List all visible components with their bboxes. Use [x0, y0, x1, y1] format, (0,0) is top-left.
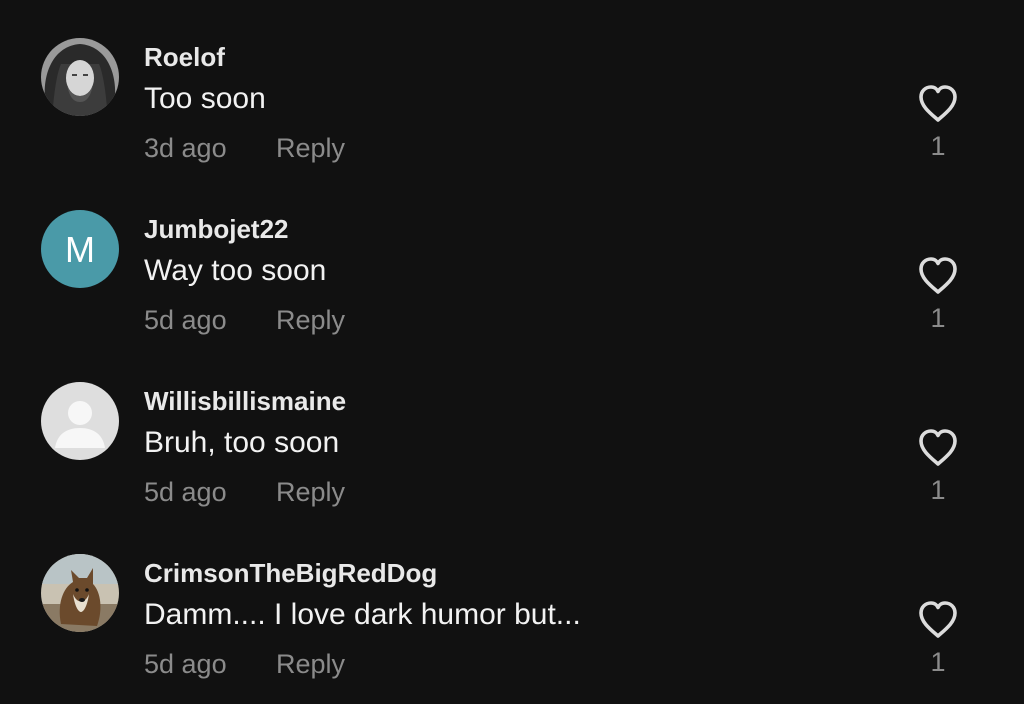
comment-username[interactable]: Roelof	[144, 42, 225, 73]
like-button[interactable]	[916, 255, 960, 297]
comment-list: Roelof Too soon 3d ago Reply 1 M Jumboje…	[0, 0, 1024, 704]
avatar-photo	[41, 554, 119, 632]
comment-item: Willisbillismaine Bruh, too soon 5d ago …	[0, 344, 1024, 516]
comment-text: Bruh, too soon	[144, 426, 340, 459]
comment-text: Damm.... I love dark humor but...	[144, 598, 581, 631]
reply-button[interactable]: Reply	[276, 649, 345, 680]
heart-outline-icon	[919, 257, 957, 294]
heart-outline-icon	[919, 429, 957, 466]
like-button[interactable]	[916, 599, 960, 641]
comment-text: Too soon	[144, 82, 266, 115]
like-count: 1	[930, 475, 946, 505]
svg-text:M: M	[65, 229, 95, 270]
comment-text: Way too soon	[144, 254, 327, 287]
reply-button[interactable]: Reply	[276, 477, 345, 508]
user-silhouette-icon	[41, 382, 119, 460]
comment-item: M Jumbojet22 Way too soon 5d ago Reply 1	[0, 172, 1024, 344]
avatar[interactable]	[41, 38, 119, 116]
comment-item: CrimsonTheBigRedDog Damm.... I love dark…	[0, 516, 1024, 688]
comment-item: Roelof Too soon 3d ago Reply 1	[0, 0, 1024, 172]
comment-username[interactable]: Jumbojet22	[144, 214, 289, 245]
comment-timestamp: 3d ago	[144, 133, 227, 163]
like-button[interactable]	[916, 427, 960, 469]
like-button[interactable]	[916, 83, 960, 125]
like-count: 1	[930, 131, 946, 161]
avatar[interactable]	[41, 554, 119, 632]
comment-timestamp: 5d ago	[144, 305, 227, 335]
reply-button[interactable]: Reply	[276, 133, 345, 164]
heart-outline-icon	[919, 85, 957, 122]
comment-timestamp: 5d ago	[144, 477, 227, 507]
heart-outline-icon	[919, 601, 957, 638]
avatar-photo	[41, 38, 119, 116]
like-count: 1	[930, 303, 946, 333]
comment-username[interactable]: Willisbillismaine	[144, 386, 346, 417]
comment-timestamp: 5d ago	[144, 649, 227, 679]
avatar[interactable]: M	[41, 210, 119, 288]
reply-button[interactable]: Reply	[276, 305, 345, 336]
avatar[interactable]	[41, 382, 119, 460]
comment-username[interactable]: CrimsonTheBigRedDog	[144, 558, 437, 589]
like-count: 1	[930, 647, 946, 677]
avatar-letter: M	[41, 210, 119, 288]
